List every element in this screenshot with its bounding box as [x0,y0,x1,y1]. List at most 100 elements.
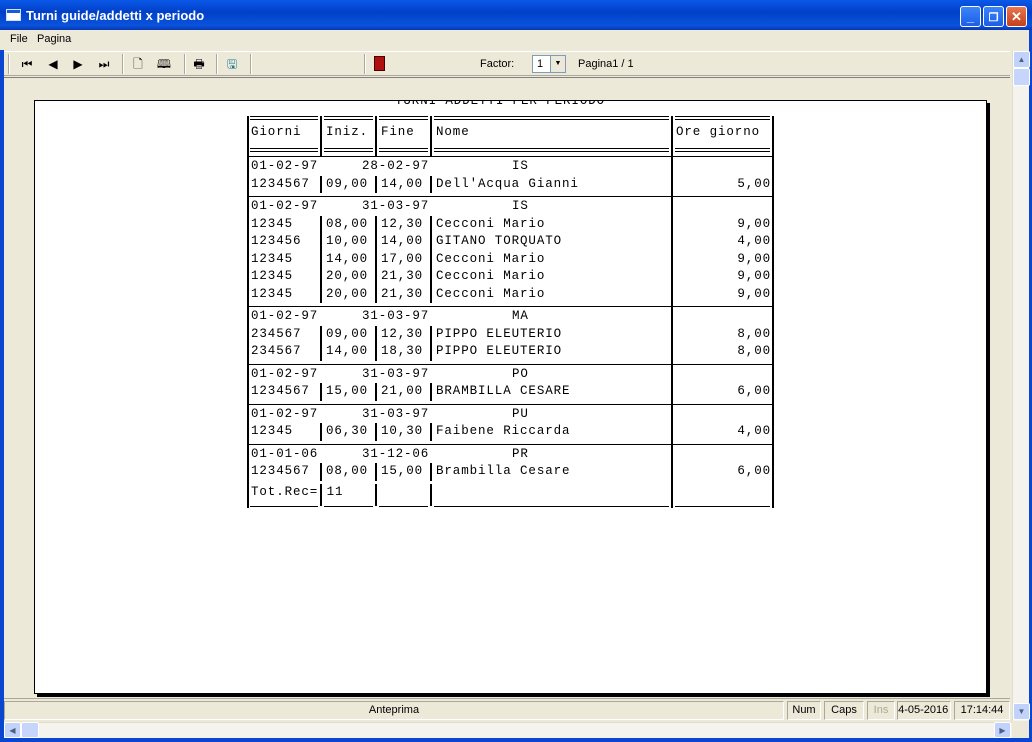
group-date-to: 28-02-97 [362,159,430,173]
group-date-to: 31-03-97 [362,199,430,213]
row-iniz: 09,00 [326,326,369,341]
row-nome: Dell'Acqua Gianni [436,176,579,191]
first-page-button[interactable]: ⏮ [18,55,36,73]
scroll-right-button[interactable]: ▶ [994,722,1011,738]
status-ins: Ins [867,701,895,720]
application-window: Turni guide/addetti x periodo _ ❐ ✕ File… [0,0,1032,742]
print-preview-area[interactable]: TURNI ADDETTI PER PERIODO Giorni Iniz. Fine… [4,77,1010,697]
column-separator [430,423,432,441]
column-separator [375,483,377,506]
row-fine: 21,00 [381,384,424,398]
chevron-down-icon[interactable]: ▼ [550,56,565,72]
chevron-up-icon: ▲ [1017,55,1026,64]
menu-bar: File Pagina [0,30,1012,50]
row-nome: Cecconi Mario [436,216,546,231]
first-page-icon: ⏮ [21,57,33,71]
two-pages-button[interactable]: 🕮 [155,55,173,73]
exit-button[interactable] [370,55,388,73]
footer-rule [250,505,318,507]
row-id: 12345 [251,424,294,438]
column-separator [320,285,322,303]
row-fine: 12,30 [381,326,424,341]
group-date-to: 31-03-97 [362,366,430,381]
title-bar: Turni guide/addetti x periodo _ ❐ ✕ [0,0,1032,30]
scroll-down-button[interactable]: ▼ [1013,703,1030,720]
factor-label: Factor: [480,58,515,70]
restore-icon: ❐ [988,12,999,24]
scroll-up-button[interactable]: ▲ [1013,51,1030,68]
row-ore: 4,00 [737,424,771,438]
vertical-scrollbar[interactable]: ▲ ▼ [1012,51,1030,721]
horizontal-scrollbar[interactable]: ◀ ▶ [4,722,1012,738]
toolbar: ⏮ ◀ ▶ ⏭ 🗋 🕮 🖶 🖫 Factor: 1 ▼ Pagina1 / 1 [4,51,1010,76]
prev-page-icon: ◀ [48,57,58,71]
scroll-left-button[interactable]: ◀ [4,722,21,738]
window-frame-bottom [0,738,1032,742]
row-id: 12345 [251,286,294,301]
row-ore: 9,00 [737,286,771,301]
minimize-button[interactable]: _ [960,6,981,27]
row-id: 234567 [251,326,302,341]
chevron-right-icon: ▶ [999,726,1006,735]
table-border [671,116,673,508]
column-separator [320,383,322,401]
print-button[interactable]: 🖶 [190,55,208,73]
column-separator [430,233,432,251]
maximize-button[interactable]: ❐ [983,6,1004,27]
row-iniz: 20,00 [326,269,369,283]
header-rule [675,148,770,152]
header-rule [434,148,669,152]
row-nome: BRAMBILLA CESARE [436,384,571,398]
menu-file[interactable]: File [10,33,28,45]
row-fine: 21,30 [381,269,424,283]
header-rule [434,116,669,120]
row-ore: 8,00 [737,344,771,358]
row-fine: 12,30 [381,216,424,231]
group-code: MA [512,309,529,323]
group-separator [247,363,774,365]
row-id: 1234567 [251,384,310,398]
row-fine: 14,00 [381,176,424,191]
export-icon: 🖫 [226,57,238,71]
column-separator [320,343,322,361]
last-page-button[interactable]: ⏭ [95,55,113,73]
window-icon[interactable] [6,9,21,21]
column-separator [430,215,432,233]
header-rule [250,116,318,120]
horizontal-scroll-thumb[interactable] [21,722,39,738]
column-separator [320,325,322,343]
scroll-thumb[interactable] [1013,68,1030,86]
single-page-button[interactable]: 🗋 [129,55,147,73]
factor-select[interactable]: 1 ▼ [532,55,566,73]
row-id: 234567 [251,344,302,358]
group-code: IS [512,199,529,213]
next-page-button[interactable]: ▶ [69,55,87,73]
row-ore: 4,00 [737,234,771,248]
menu-pagina[interactable]: Pagina [37,33,71,45]
export-button[interactable]: 🖫 [223,55,241,73]
column-header-nome: Nome [436,125,470,139]
row-nome: Faibene Riccarda [436,424,571,438]
column-separator [430,250,432,268]
column-separator [320,463,322,481]
column-separator [375,423,377,441]
group-date-to: 31-03-97 [362,309,430,323]
group-date-from: 01-02-97 [251,199,319,213]
column-separator [375,268,377,286]
prev-page-button[interactable]: ◀ [44,55,62,73]
row-fine: 10,30 [381,424,424,438]
group-separator [247,403,774,405]
column-separator [320,268,322,286]
row-nome: Brambilla Cesare [436,464,571,478]
column-separator [320,483,322,506]
factor-value: 1 [537,58,544,70]
toolbar-separator [216,54,218,74]
toolbar-separator [364,54,366,74]
group-code: PU [512,406,529,421]
column-separator [430,383,432,401]
close-button[interactable]: ✕ [1006,6,1027,27]
total-records: Tot.Rec= 11 [251,484,344,499]
status-bar: Anteprima Num Caps Ins 04-05-2016 17:14:… [4,698,1010,721]
row-iniz: 08,00 [326,464,369,478]
report-page: TURNI ADDETTI PER PERIODO Giorni Iniz. Fine… [34,100,987,694]
